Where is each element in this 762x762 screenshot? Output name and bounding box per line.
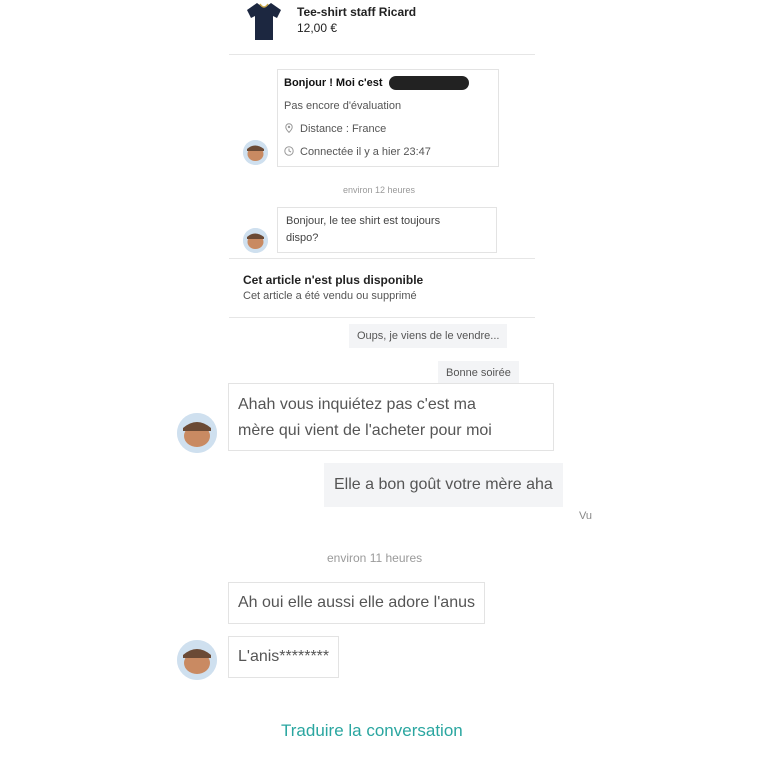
message-line: dispo? <box>286 232 319 244</box>
product-title[interactable]: Tee-shirt staff Ricard <box>297 5 416 19</box>
message-bubble: L'anis******** <box>228 636 340 678</box>
message-line: mère qui vient de l'acheter pour moi <box>238 422 492 439</box>
message-bubble: Ah oui elle aussi elle adore l'anus <box>228 582 485 624</box>
avatar-photo <box>177 640 217 680</box>
translate-conversation-link[interactable]: Traduire la conversation <box>281 721 463 741</box>
divider <box>229 54 535 55</box>
my-message-bubble: Elle a bon goût votre mère aha <box>324 463 563 507</box>
avatar-photo <box>243 228 268 253</box>
seen-indicator: Vu <box>579 510 593 522</box>
tshirt-icon <box>247 3 281 40</box>
avatar-photo <box>177 413 217 453</box>
message-bubble: Bonjour, le tee shirt est toujours dispo… <box>277 207 497 253</box>
message-line: Bonjour, le tee shirt est toujours <box>286 215 441 227</box>
message-line: Ahah vous inquiétez pas c'est ma <box>238 396 476 413</box>
message-bubble: Ahah vous inquiétez pas c'est ma mère qu… <box>228 383 554 451</box>
avatar[interactable] <box>177 640 217 680</box>
avatar-photo <box>243 140 268 165</box>
my-message-bubble: Bonne soirée <box>438 361 519 385</box>
location-pin-icon <box>285 123 293 133</box>
divider <box>229 317 535 318</box>
profile-last-seen: Connectée il y a hier 23:47 <box>300 146 431 158</box>
divider <box>229 258 535 259</box>
system-message-title: Cet article n'est plus disponible <box>243 273 424 287</box>
timestamp: environ 11 heures <box>327 551 423 565</box>
redacted-name <box>389 76 469 90</box>
avatar[interactable] <box>177 413 217 453</box>
avatar[interactable] <box>243 140 268 165</box>
avatar[interactable] <box>243 228 268 253</box>
clock-icon <box>284 146 294 156</box>
profile-rating: Pas encore d'évaluation <box>284 100 402 112</box>
profile-greeting: Bonjour ! Moi c'est <box>284 77 383 89</box>
system-message-subtitle: Cet article a été vendu ou supprimé <box>243 290 417 302</box>
product-price: 12,00 € <box>297 21 338 35</box>
product-thumbnail[interactable] <box>243 0 285 40</box>
my-message-bubble: Oups, je viens de le vendre... <box>349 324 508 348</box>
profile-distance: Distance : France <box>300 123 387 135</box>
timestamp: environ 12 heures <box>343 185 416 195</box>
